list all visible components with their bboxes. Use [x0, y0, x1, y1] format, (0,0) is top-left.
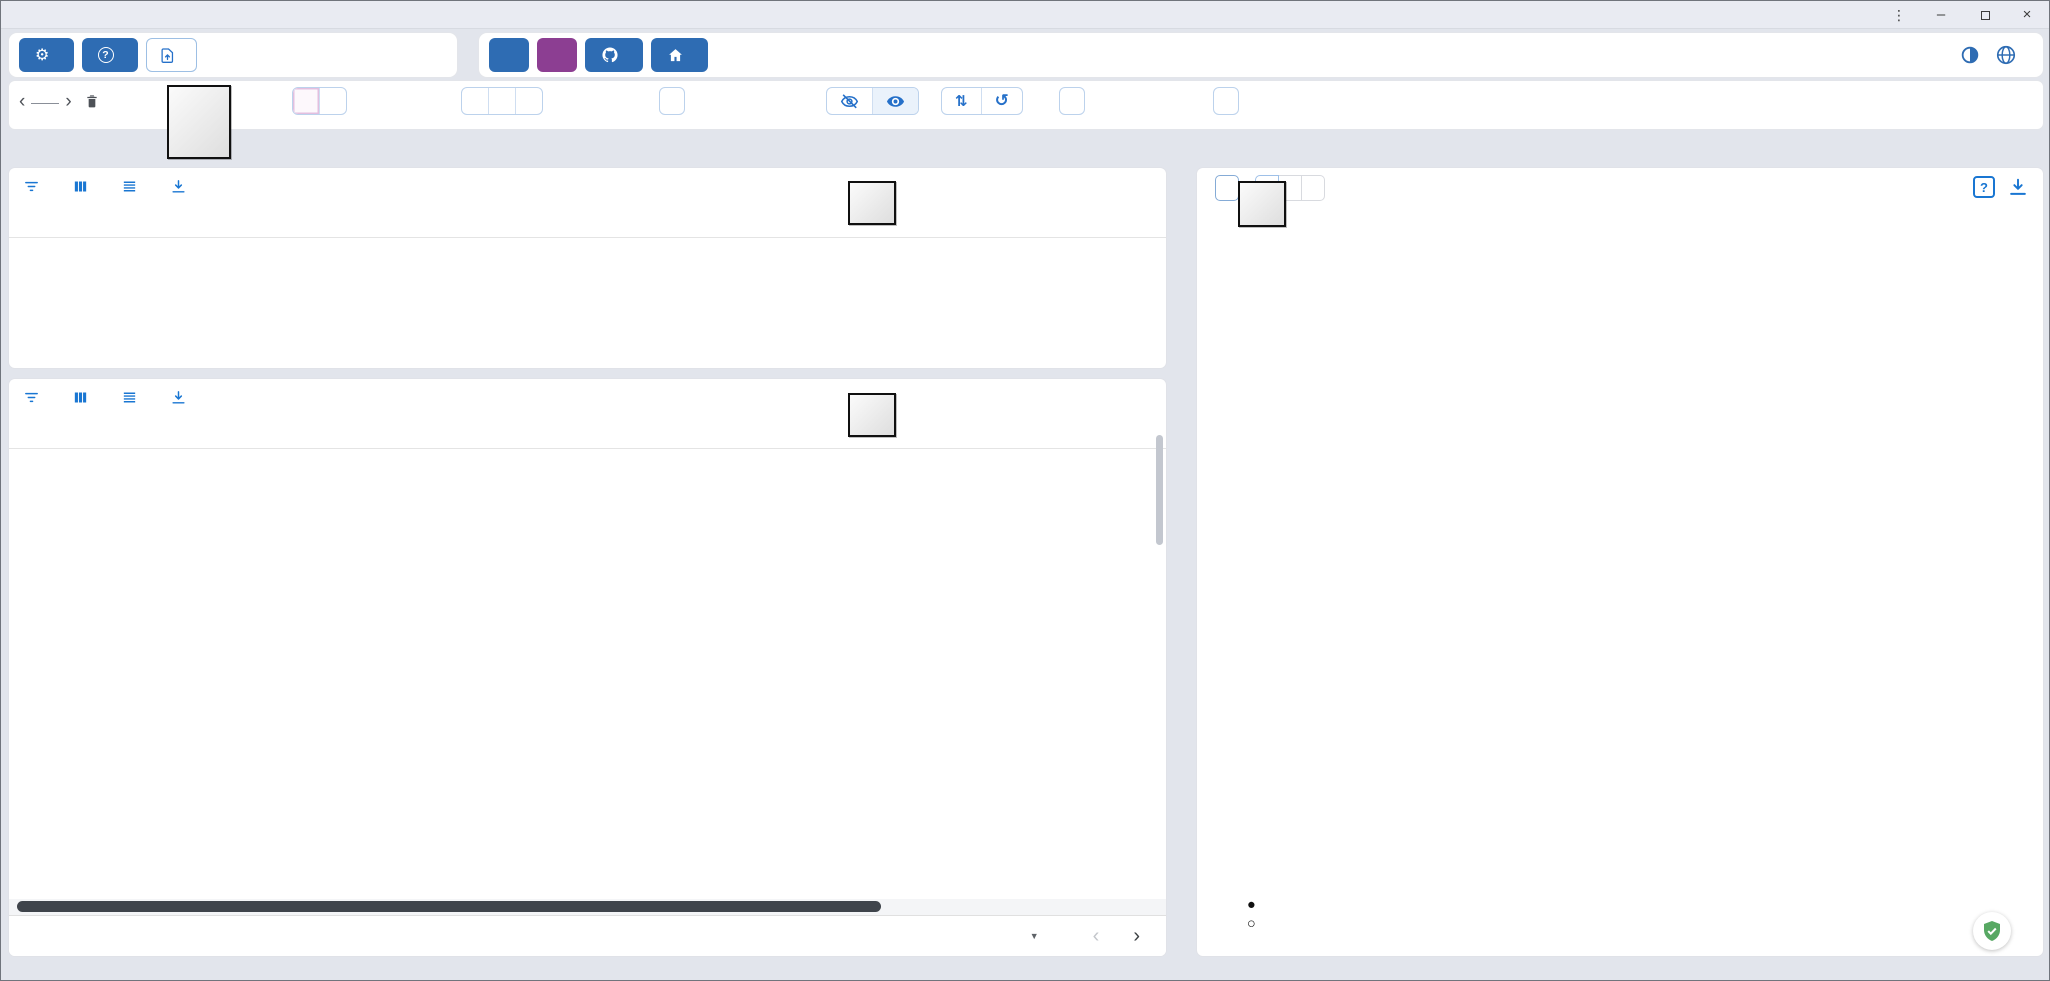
density-icon [121, 178, 138, 195]
repository-button[interactable] [585, 38, 643, 72]
visibility-toggle [826, 87, 919, 115]
samples-table-header [9, 415, 1166, 449]
stats-table-toolbar [9, 168, 1166, 204]
density-button[interactable] [121, 178, 144, 195]
down-dot-icon: ● [1247, 896, 1263, 915]
rows-per-page-select[interactable]: ▼ [1024, 931, 1039, 941]
next-page-button[interactable]: › [1123, 926, 1150, 946]
paleomagnetic-tests-button[interactable] [1213, 87, 1239, 115]
annotation-g [1238, 181, 1286, 227]
upload-file-icon [159, 47, 176, 64]
columns-button[interactable] [72, 389, 95, 406]
method-gc-option[interactable] [516, 88, 542, 114]
close-button[interactable]: × [2007, 1, 2047, 29]
gear-icon: ⚙ [35, 47, 50, 63]
reversal-toggle: ⇅ ↺ [941, 87, 1023, 115]
stereonet-plot[interactable] [1197, 168, 2043, 956]
build-vgp-button[interactable] [1059, 87, 1085, 115]
stereonet-legend: ● ○ [1247, 896, 1263, 934]
annotation-b [848, 181, 896, 225]
pca-nav-button[interactable] [489, 38, 529, 72]
home-icon [667, 47, 684, 64]
coord-system-toggle [292, 87, 347, 115]
question-icon: ? [98, 47, 114, 63]
samples-table-card: ▼ ‹ › [9, 379, 1166, 956]
all-files-stats-button[interactable] [659, 87, 685, 115]
show-all-eye-icon[interactable] [873, 88, 918, 114]
kebab-menu-icon[interactable]: ⋮ [1879, 1, 1919, 29]
method-fisher-option[interactable] [462, 88, 489, 114]
about-button[interactable]: ? [82, 38, 138, 72]
caret-down-icon: ▼ [1030, 931, 1039, 941]
stats-table-header [9, 204, 1166, 238]
columns-button[interactable] [72, 178, 95, 195]
annotation-a [167, 85, 231, 159]
adguard-shield-icon[interactable] [1973, 912, 2011, 950]
restore-polarity-icon[interactable]: ↺ [982, 88, 1022, 114]
table-footer: ▼ ‹ › [9, 915, 1166, 956]
next-file-chevron-icon[interactable]: › [65, 92, 71, 111]
prev-file-chevron-icon[interactable]: ‹ [19, 92, 25, 111]
minimize-button[interactable]: – [1921, 1, 1961, 29]
filter-icon [23, 389, 40, 406]
filters-button[interactable] [23, 389, 46, 406]
columns-icon [72, 178, 89, 195]
export-icon [170, 389, 187, 406]
title-bar: ⋮ – × [1, 1, 2049, 29]
prev-page-button[interactable]: ‹ [1083, 926, 1110, 946]
dir-nav-button[interactable] [537, 38, 577, 72]
coord-strat-option[interactable] [320, 88, 346, 114]
samples-table-toolbar [9, 379, 1166, 415]
nav-toolbar-panel [479, 33, 2043, 77]
coord-geo-option[interactable] [293, 88, 320, 114]
swap-polarity-icon[interactable]: ⇅ [942, 88, 982, 114]
export-button[interactable] [170, 178, 193, 195]
language-globe-icon[interactable] [1995, 44, 2017, 66]
theme-toggle-icon[interactable] [1959, 44, 1981, 66]
load-file-button[interactable] [146, 38, 197, 72]
github-icon [601, 46, 619, 64]
export-icon [170, 178, 187, 195]
current-file-name[interactable] [31, 98, 59, 104]
up-dot-icon: ○ [1247, 915, 1263, 934]
hide-all-eye-off-icon[interactable] [827, 88, 873, 114]
export-button[interactable] [170, 389, 193, 406]
filters-button[interactable] [23, 178, 46, 195]
method-mcfad-option[interactable] [489, 88, 516, 114]
maximize-button[interactable] [1965, 1, 2005, 29]
horizontal-scrollbar-track[interactable] [9, 899, 1166, 915]
horizontal-scrollbar-thumb[interactable] [17, 901, 881, 912]
density-icon [121, 389, 138, 406]
density-button[interactable] [121, 389, 144, 406]
site-stats-table-card [9, 168, 1166, 368]
columns-icon [72, 389, 89, 406]
settings-button[interactable]: ⚙ [19, 38, 74, 72]
stat-method-toggle [461, 87, 543, 115]
file-controls-strip: ‹ › ⇅ ↺ [9, 81, 2043, 129]
annotation-v [848, 393, 896, 437]
filter-icon [23, 178, 40, 195]
home-button[interactable] [651, 38, 708, 72]
delete-file-icon[interactable] [84, 92, 100, 110]
vertical-scrollbar[interactable] [1156, 435, 1163, 545]
left-toolbar-panel: ⚙ ? [9, 33, 457, 77]
stereonet-card: ? ● ○ [1197, 168, 2043, 956]
